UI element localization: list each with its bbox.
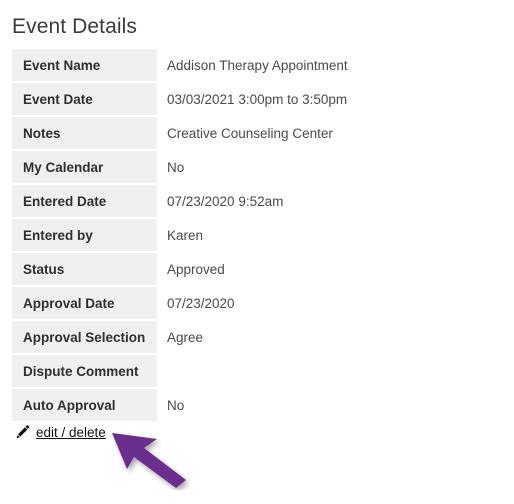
table-row: Entered Date 07/23/2020 9:52am [12,185,502,217]
row-value: No [157,389,502,421]
row-value: Addison Therapy Appointment [157,49,502,81]
details-table-body: Event Name Addison Therapy Appointment E… [12,49,502,421]
row-value: Karen [157,219,502,251]
row-label: My Calendar [12,151,157,183]
event-details-table: Event Name Addison Therapy Appointment E… [12,47,502,423]
row-label: Entered Date [12,185,157,217]
table-row: My Calendar No [12,151,502,183]
table-row: Status Approved [12,253,502,285]
row-label: Entered by [12,219,157,251]
pencil-icon [14,424,30,440]
row-value: Agree [157,321,502,353]
row-label: Status [12,253,157,285]
row-value: No [157,151,502,183]
arrow-pointer-icon [108,428,204,490]
row-value: 07/23/2020 [157,287,502,319]
table-row: Approval Date 07/23/2020 [12,287,502,319]
event-details-page: Event Details Event Name Addison Therapy… [0,0,514,504]
edit-delete-link[interactable]: edit / delete [36,425,106,440]
table-row: Entered by Karen [12,219,502,251]
row-label: Auto Approval [12,389,157,421]
table-row: Event Name Addison Therapy Appointment [12,49,502,81]
row-label: Event Date [12,83,157,115]
row-value: Approved [157,253,502,285]
edit-delete-action[interactable]: edit / delete [14,424,106,440]
row-value: 07/23/2020 9:52am [157,185,502,217]
row-value [157,355,502,387]
table-row: Approval Selection Agree [12,321,502,353]
row-label: Notes [12,117,157,149]
row-value: Creative Counseling Center [157,117,502,149]
row-value: 03/03/2021 3:00pm to 3:50pm [157,83,502,115]
row-label: Approval Selection [12,321,157,353]
table-row: Auto Approval No [12,389,502,421]
page-title: Event Details [12,15,138,38]
row-label: Approval Date [12,287,157,319]
row-label: Event Name [12,49,157,81]
table-row: Dispute Comment [12,355,502,387]
table-row: Notes Creative Counseling Center [12,117,502,149]
row-label: Dispute Comment [12,355,157,387]
table-row: Event Date 03/03/2021 3:00pm to 3:50pm [12,83,502,115]
